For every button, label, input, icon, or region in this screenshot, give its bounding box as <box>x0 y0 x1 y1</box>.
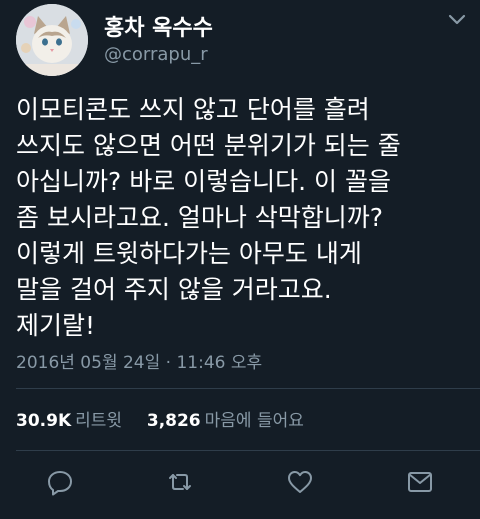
retweet-count[interactable]: 30.9K 리트윗 <box>16 411 127 431</box>
retweet-icon[interactable] <box>166 468 194 496</box>
username[interactable]: @corrapu_r <box>104 44 208 65</box>
divider <box>16 388 480 389</box>
tweet-line: 좀 보시라고요. 얼마나 삭막합니까? <box>16 203 384 232</box>
tweet-line: 말을 걸어 주지 않을 거라고요. <box>16 275 332 304</box>
display-name[interactable]: 홍차 옥수수 <box>104 10 213 42</box>
tweet-line: 제기랄! <box>16 311 96 340</box>
tweet-line: 쓰지도 않으면 어떤 분위기가 되는 줄 <box>16 131 401 160</box>
like-count-label: 마음에 들어요 <box>204 411 304 431</box>
reply-icon[interactable] <box>46 468 74 496</box>
cat-avatar-icon <box>16 4 88 76</box>
like-count-value: 3,826 <box>146 411 201 431</box>
retweet-count-value: 30.9K <box>16 411 72 431</box>
message-icon[interactable] <box>406 468 434 496</box>
timestamp[interactable]: 2016년 05월 24일 · 11:46 오후 <box>16 348 262 373</box>
chevron-down-icon[interactable] <box>446 12 468 28</box>
retweet-count-label: 리트윗 <box>75 411 123 431</box>
tweet-line: 이모티콘도 쓰지 않고 단어를 흘려 <box>16 95 370 124</box>
like-count[interactable]: 3,826 마음에 들어요 <box>141 411 304 431</box>
tweet-text: 이모티콘도 쓰지 않고 단어를 흘려 쓰지도 않으면 어떤 분위기가 되는 줄 … <box>16 92 476 344</box>
avatar[interactable] <box>16 4 88 76</box>
tweet-card: 홍차 옥수수 @corrapu_r 이모티콘도 쓰지 않고 단어를 흘려 쓰지도… <box>0 0 480 519</box>
tweet-line: 이렇게 트윗하다가는 아무도 내게 <box>16 239 362 268</box>
like-icon[interactable] <box>286 468 314 496</box>
tweet-line: 아십니까? 바로 이렇습니다. 이 꼴을 <box>16 167 392 196</box>
divider <box>16 450 480 451</box>
engagement-stats: 30.9K 리트윗 3,826 마음에 들어요 <box>16 406 304 431</box>
